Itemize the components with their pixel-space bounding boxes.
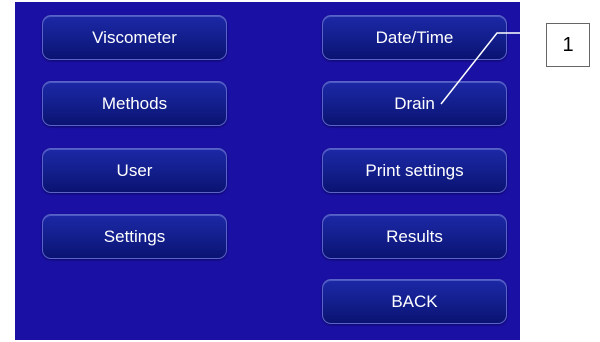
print-settings-button[interactable]: Print settings: [322, 148, 507, 193]
drain-button[interactable]: Drain: [322, 81, 507, 126]
settings-button[interactable]: Settings: [42, 214, 227, 259]
touchscreen-panel: Viscometer Methods User Settings Date/Ti…: [15, 2, 520, 340]
back-button[interactable]: BACK: [322, 279, 507, 324]
results-button[interactable]: Results: [322, 214, 507, 259]
callout-number-box: 1: [546, 23, 590, 67]
methods-button[interactable]: Methods: [42, 81, 227, 126]
date-time-button[interactable]: Date/Time: [322, 15, 507, 60]
viscometer-button[interactable]: Viscometer: [42, 15, 227, 60]
user-button[interactable]: User: [42, 148, 227, 193]
